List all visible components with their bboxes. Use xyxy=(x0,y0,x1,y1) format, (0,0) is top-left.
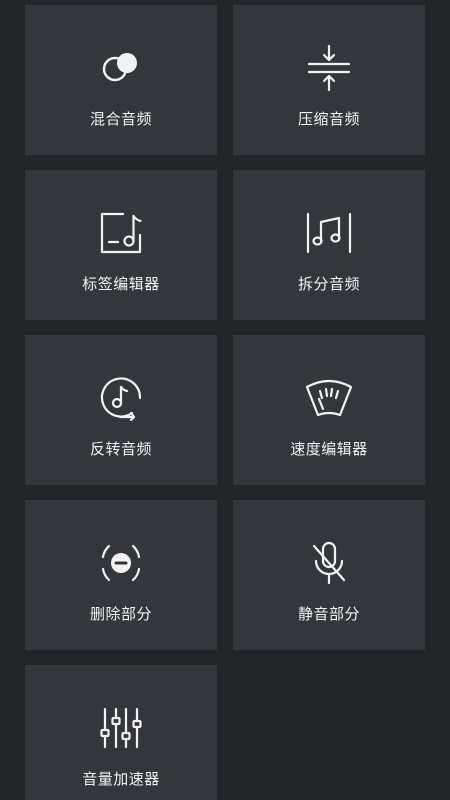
speed-editor-icon xyxy=(233,373,425,423)
tag-editor-tile[interactable]: 标签编辑器 xyxy=(25,170,217,320)
reverse-audio-tile[interactable]: 反转音频 xyxy=(25,335,217,485)
tag-editor-icon xyxy=(25,208,217,258)
delete-part-label: 删除部分 xyxy=(89,605,152,623)
mute-part-label: 静音部分 xyxy=(297,605,360,623)
mute-part-icon xyxy=(233,538,425,588)
volume-booster-icon xyxy=(25,703,217,753)
tag-editor-label: 标签编辑器 xyxy=(82,275,160,293)
speed-editor-tile[interactable]: 速度编辑器 xyxy=(233,335,425,485)
split-audio-icon xyxy=(233,208,425,258)
delete-part-tile[interactable]: 删除部分 xyxy=(25,500,217,650)
split-audio-tile[interactable]: 拆分音频 xyxy=(233,170,425,320)
delete-part-icon xyxy=(25,538,217,588)
compress-audio-icon xyxy=(233,43,425,93)
compress-audio-label: 压缩音频 xyxy=(297,110,360,128)
audio-tools-grid: 混合音频 压缩音频 标签编辑器 拆分音频 反转音频 速度编辑器 删除部分 静音部… xyxy=(0,0,450,800)
split-audio-label: 拆分音频 xyxy=(297,275,360,293)
mix-audio-label: 混合音频 xyxy=(89,110,152,128)
mix-audio-tile[interactable]: 混合音频 xyxy=(25,5,217,155)
mute-part-tile[interactable]: 静音部分 xyxy=(233,500,425,650)
volume-booster-label: 音量加速器 xyxy=(82,770,160,788)
reverse-audio-label: 反转音频 xyxy=(89,440,152,458)
compress-audio-tile[interactable]: 压缩音频 xyxy=(233,5,425,155)
volume-booster-tile[interactable]: 音量加速器 xyxy=(25,665,217,800)
reverse-audio-icon xyxy=(25,373,217,423)
mix-audio-icon xyxy=(25,43,217,93)
speed-editor-label: 速度编辑器 xyxy=(290,440,368,458)
